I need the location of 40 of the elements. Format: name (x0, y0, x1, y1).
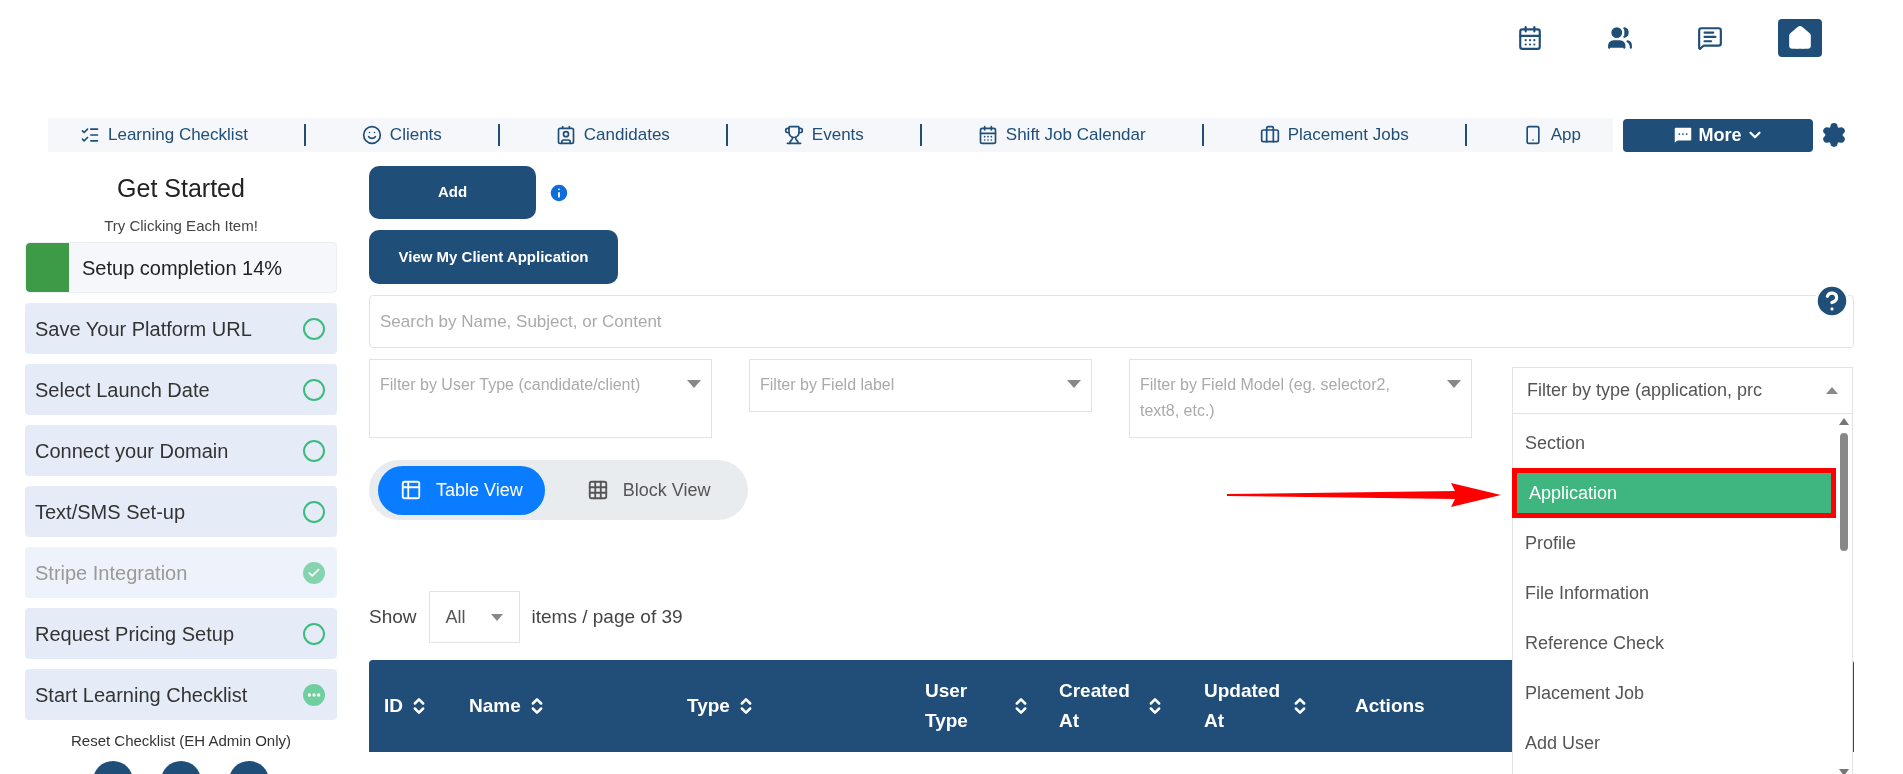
checklist-item[interactable]: Start Learning Checklist (25, 669, 337, 720)
sidebar-title: Get Started (116, 173, 246, 204)
nav-tab[interactable]: Events (775, 122, 872, 148)
search-field[interactable]: Search by Name, Subject, or Content (369, 295, 1854, 348)
checklist-item[interactable]: Connect your Domain (25, 425, 337, 476)
progress-label: Setup completion 14% (82, 255, 283, 281)
dropdown-option[interactable]: Add User (1513, 718, 1836, 768)
nav-tab[interactable]: Placement Jobs (1251, 122, 1417, 148)
dropdown-option[interactable]: Profile (1513, 518, 1836, 568)
page-info: items / page of 39 (531, 604, 683, 629)
checklist-item[interactable]: Select Launch Date (25, 364, 337, 415)
checklist-item[interactable]: Save Your Platform URL (25, 303, 337, 354)
column-header[interactable]: ID (384, 691, 403, 721)
dropdown-option[interactable]: Section (1513, 418, 1836, 468)
type-filter-dropdown[interactable]: Filter by type (application, prc (1512, 367, 1853, 414)
show-label: Show (369, 604, 417, 629)
add-button[interactable]: Add (369, 166, 536, 219)
reset-link[interactable]: Reset Checklist (EH Admin Only) (25, 730, 337, 753)
nav-tab[interactable]: App (1514, 122, 1589, 148)
more-button[interactable]: More (1623, 118, 1813, 152)
checklist-item[interactable]: Request Pricing Setup (25, 608, 337, 659)
column-header[interactable]: Created At (1059, 676, 1139, 736)
view-application-button[interactable]: View My Client Application (369, 230, 618, 284)
nav-tab[interactable]: Shift Job Calendar (969, 122, 1154, 148)
page-size-select[interactable]: All (428, 591, 520, 643)
dropdown-option[interactable]: Reference Check (1513, 618, 1836, 668)
column-header[interactable]: Updated At (1204, 676, 1284, 736)
dropdown-option[interactable]: Placement Job (1513, 668, 1836, 718)
column-header[interactable]: Actions (1355, 691, 1425, 721)
nav-tab[interactable]: Learning Checklist (72, 122, 256, 148)
column-header[interactable]: User Type (925, 676, 1005, 736)
column-header[interactable]: Name (469, 691, 521, 721)
view-tab[interactable]: Block View (564, 465, 733, 515)
nav-tab[interactable]: Clients (353, 122, 450, 148)
view-tab[interactable]: Table View (378, 465, 545, 515)
nav-tab[interactable]: Candidates (547, 122, 678, 148)
checklist-item[interactable]: Text/SMS Set-up (25, 486, 337, 537)
dropdown-option[interactable]: File Information (1513, 568, 1836, 618)
sidebar-subtitle: Try Clicking Each Item! (103, 216, 259, 236)
column-header[interactable]: Type (687, 691, 730, 721)
